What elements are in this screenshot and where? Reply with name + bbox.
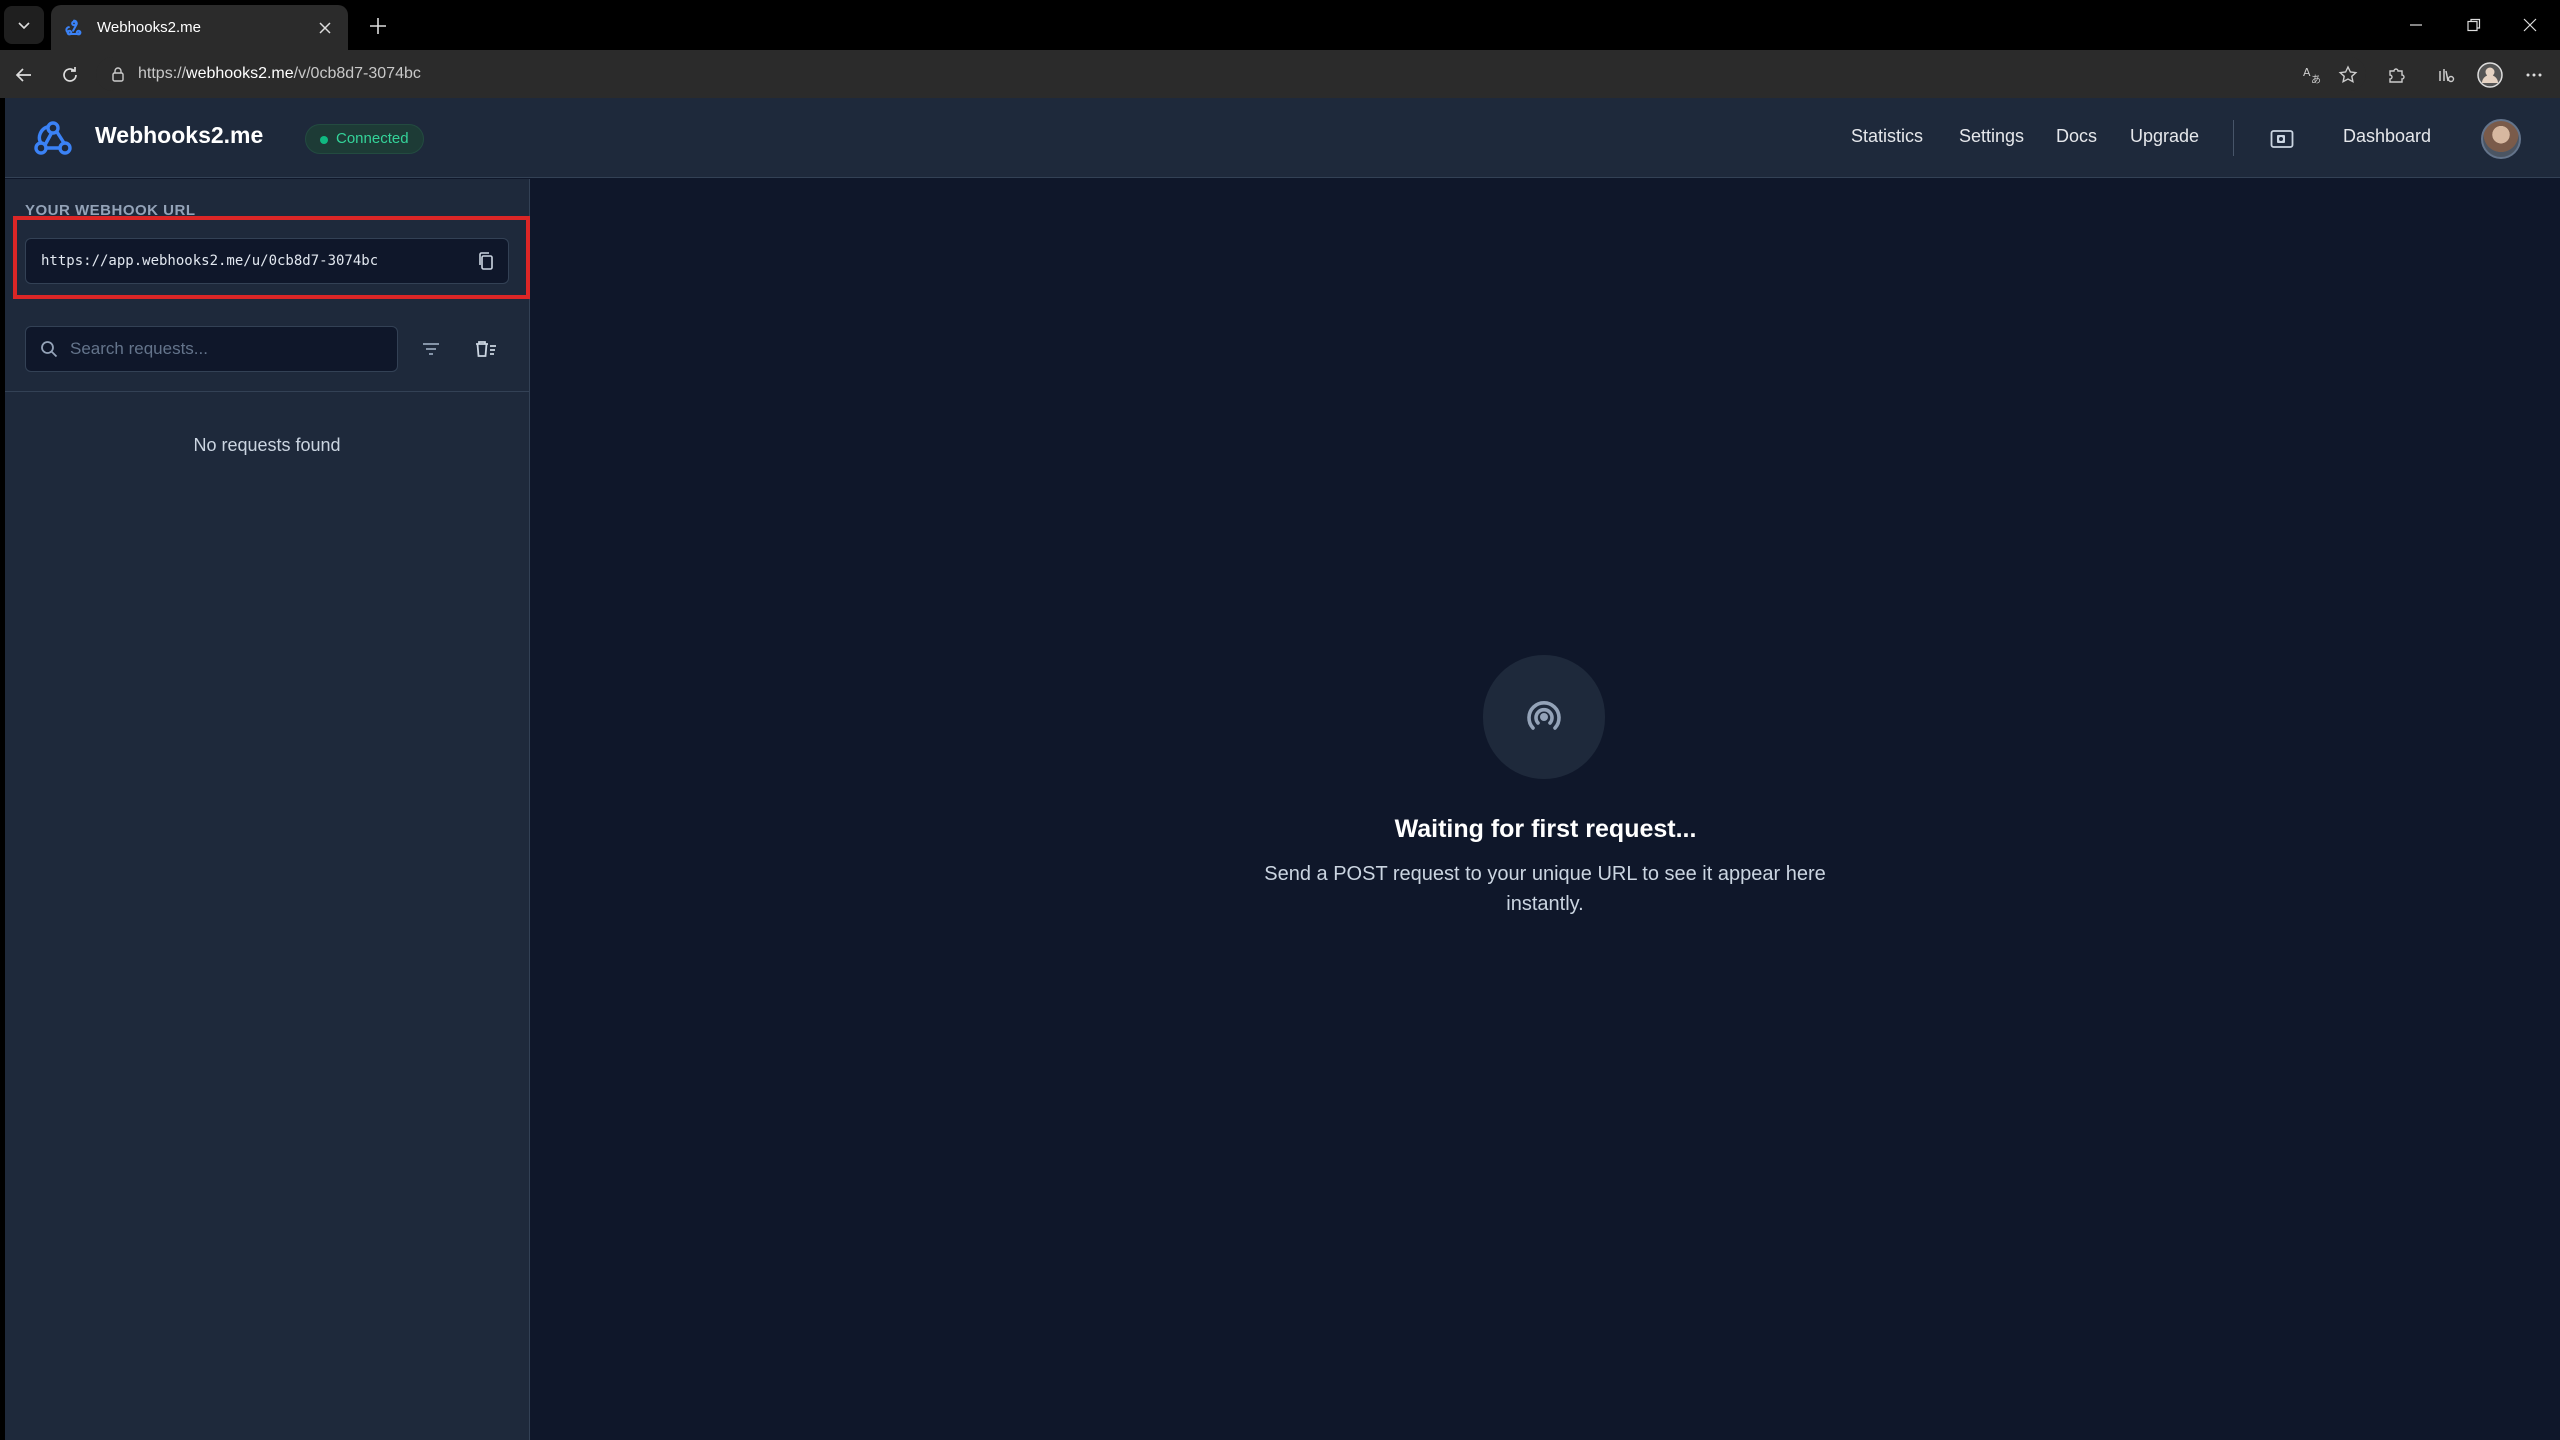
browser-tabstrip: Webhooks2.me	[0, 0, 2560, 50]
search-icon	[41, 341, 58, 358]
star-icon	[2338, 65, 2358, 84]
svg-text:あ: あ	[2311, 74, 2321, 86]
svg-text:A: A	[2303, 66, 2311, 79]
main-panel: Waiting for first request... Send a POST…	[531, 179, 2560, 1440]
clear-requests-button[interactable]	[467, 330, 505, 368]
top-navbar: Webhooks2.me Connected Statistics Settin…	[5, 98, 2560, 178]
new-tab-button[interactable]	[362, 10, 394, 42]
back-button[interactable]	[8, 59, 40, 91]
tab-title: Webhooks2.me	[97, 19, 201, 36]
brand-name[interactable]: Webhooks2.me	[95, 122, 263, 149]
collections-icon	[2439, 69, 2455, 83]
webhooks-app: Webhooks2.me Connected Statistics Settin…	[5, 98, 2560, 1440]
address-bar[interactable]: https://webhooks2.me/v/0cb8d7-3074bc	[96, 57, 2366, 91]
tab-list-button[interactable]	[4, 6, 44, 44]
nav-upgrade[interactable]: Upgrade	[2130, 126, 2199, 147]
browser-tab-active[interactable]: Webhooks2.me	[51, 5, 348, 50]
screenshot-icon	[2270, 130, 2294, 148]
browser-toolbar: https://webhooks2.me/v/0cb8d7-3074bc Aあ	[0, 50, 2560, 98]
broadcast-icon	[1527, 701, 1561, 730]
search-input[interactable]	[70, 339, 370, 359]
waiting-description: Send a POST request to your unique URL t…	[1264, 863, 1826, 915]
sidebar-divider	[5, 391, 529, 392]
puzzle-icon	[2389, 68, 2405, 83]
reload-icon	[63, 67, 77, 82]
screen-toggle-button[interactable]	[2265, 122, 2299, 156]
search-requests-field[interactable]	[25, 326, 398, 372]
extensions-button[interactable]	[2380, 59, 2412, 91]
highlight-box	[13, 216, 530, 299]
nav-settings[interactable]: Settings	[1959, 126, 2024, 147]
nav-dashboard[interactable]: Dashboard	[2343, 126, 2431, 147]
url-path: /v/0cb8d7-3074bc	[293, 65, 421, 82]
delete-sweep-icon	[476, 341, 496, 357]
translate-icon: Aあ	[2303, 66, 2321, 86]
translate-button[interactable]: Aあ	[2296, 59, 2328, 91]
nav-docs[interactable]: Docs	[2056, 126, 2097, 147]
profile-avatar-icon	[2477, 62, 2503, 88]
profile-button[interactable]	[2474, 59, 2506, 91]
address-url: https://webhooks2.me/v/0cb8d7-3074bc	[138, 65, 421, 83]
url-scheme: https://	[138, 65, 187, 82]
nav-divider	[2233, 120, 2234, 156]
back-arrow-icon	[15, 68, 31, 82]
favorite-button[interactable]	[2332, 59, 2364, 91]
waiting-badge	[1483, 655, 1605, 779]
connection-status-badge: Connected	[305, 124, 424, 154]
collections-button[interactable]	[2430, 59, 2462, 91]
site-info-icon[interactable]	[108, 64, 128, 84]
empty-requests-message: No requests found	[193, 435, 341, 455]
requests-sidebar: YOUR WEBHOOK URL https://app.webhooks2.m…	[5, 179, 530, 1440]
plus-icon	[370, 18, 386, 34]
chevron-down-icon	[18, 22, 30, 30]
close-icon	[2523, 18, 2537, 32]
restore-icon	[2467, 18, 2481, 32]
tab-close-icon[interactable]	[314, 17, 336, 39]
connection-status-label: Connected	[336, 130, 409, 147]
minimize-button[interactable]	[2396, 10, 2436, 40]
webhook-logo-icon[interactable]	[31, 118, 75, 158]
user-avatar[interactable]	[2481, 119, 2521, 159]
minimize-icon	[2410, 24, 2422, 26]
status-dot	[320, 136, 328, 144]
close-window-button[interactable]	[2510, 10, 2550, 40]
waiting-title: Waiting for first request...	[1394, 815, 1697, 843]
settings-more-button[interactable]	[2518, 59, 2550, 91]
restore-button[interactable]	[2454, 10, 2494, 40]
reload-button[interactable]	[54, 59, 86, 91]
webhook-favicon-icon	[65, 19, 82, 35]
filter-icon	[423, 343, 439, 355]
nav-statistics[interactable]: Statistics	[1851, 126, 1923, 147]
more-icon	[2526, 73, 2542, 77]
url-host: webhooks2.me	[186, 65, 294, 82]
filter-button[interactable]	[412, 330, 450, 368]
